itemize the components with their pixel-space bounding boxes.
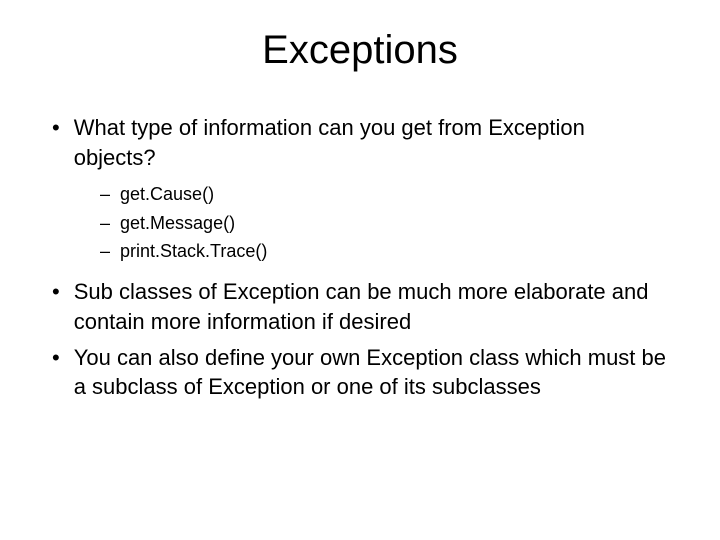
list-item-text: get.Cause() [120, 182, 214, 206]
list-item-text: What type of information can you get fro… [74, 113, 670, 172]
list-item: • What type of information can you get f… [50, 113, 670, 172]
dash-marker: – [100, 239, 110, 263]
dash-marker: – [100, 182, 110, 206]
bullet-marker: • [52, 343, 60, 402]
list-item-text: get.Message() [120, 211, 235, 235]
list-item: – print.Stack.Trace() [100, 239, 670, 263]
list-item-text: Sub classes of Exception can be much mor… [74, 277, 670, 336]
list-item-text: print.Stack.Trace() [120, 239, 267, 263]
sub-list: – get.Cause() – get.Message() – print.St… [100, 182, 670, 263]
list-item: – get.Message() [100, 211, 670, 235]
bullet-marker: • [52, 277, 60, 336]
list-item-text: You can also define your own Exception c… [74, 343, 670, 402]
list-item: – get.Cause() [100, 182, 670, 206]
slide-content: • What type of information can you get f… [50, 113, 670, 402]
list-item: • Sub classes of Exception can be much m… [50, 277, 670, 336]
list-item: • You can also define your own Exception… [50, 343, 670, 402]
bullet-marker: • [52, 113, 60, 172]
slide-title: Exceptions [50, 28, 670, 73]
dash-marker: – [100, 211, 110, 235]
